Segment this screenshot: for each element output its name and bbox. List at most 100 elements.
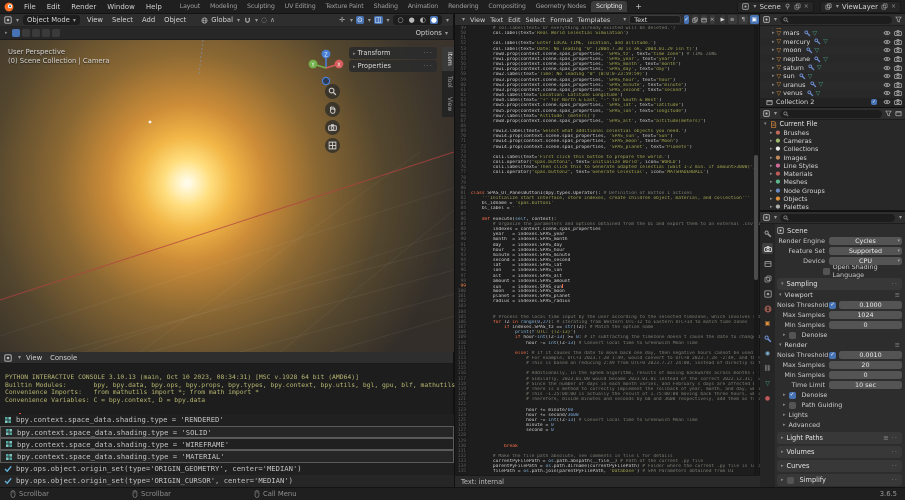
open-text-button[interactable] <box>701 15 707 24</box>
tab-rendering[interactable]: Rendering <box>443 1 483 12</box>
checkbox[interactable]: ✓ <box>829 302 836 309</box>
disclosure-icon[interactable]: ▸ <box>772 47 775 53</box>
disclosure-icon[interactable]: ▸ <box>772 30 775 36</box>
menu-window[interactable]: Window <box>102 2 140 12</box>
field-value-dropdown[interactable]: CPU▾ <box>829 257 902 265</box>
properties-search-input[interactable] <box>780 214 895 222</box>
blend-file-row[interactable]: ▸●Images <box>760 153 905 161</box>
line-numbers-toggle[interactable]: ≡ <box>728 15 737 24</box>
tab-compositing[interactable]: Compositing <box>483 1 530 12</box>
subpanel-render[interactable]: ▾Render≡ <box>777 340 902 350</box>
viewlayer-selector[interactable]: ▾ ViewLayer × <box>820 1 901 13</box>
shading-solid-icon[interactable]: ● <box>408 16 416 24</box>
tool-toggle[interactable] <box>42 29 50 37</box>
prop-value[interactable]: 20 <box>829 361 902 369</box>
tab-geometry-nodes[interactable]: Geometry Nodes <box>531 1 591 12</box>
outliner-object-row[interactable]: ▸▽neptune▽ <box>760 55 905 64</box>
eye-icon[interactable] <box>883 81 891 89</box>
outliner-object-row[interactable]: ▸▽saturn▽ <box>760 63 905 72</box>
preset-menu-icon[interactable]: ≡ <box>895 341 900 349</box>
preset-menu-icon[interactable]: ≡ <box>895 291 900 299</box>
camera-icon[interactable] <box>894 46 902 54</box>
add-workspace-button[interactable]: + <box>635 2 642 11</box>
text-datablock-field[interactable]: Text <box>629 15 681 24</box>
disclosure-icon[interactable]: ▸ <box>770 179 773 185</box>
tab-output[interactable] <box>762 258 773 269</box>
eye-icon[interactable] <box>883 98 891 106</box>
text-saved-toggle[interactable]: ✓ <box>684 15 689 24</box>
outliner-object-row[interactable]: ▸▽mercury▽ <box>760 38 905 47</box>
tab-modeling[interactable]: Modeling <box>205 1 242 12</box>
new-library-icon[interactable] <box>895 110 902 117</box>
collapse-lights[interactable]: ▸Lights <box>777 410 902 420</box>
display-mode-icon[interactable] <box>763 110 770 117</box>
tool-toggle[interactable] <box>22 29 30 37</box>
disclosure-icon[interactable]: ▸ <box>770 204 773 210</box>
overlays-toggle-icon[interactable]: ⊙ <box>356 16 364 24</box>
scene-selector[interactable]: ▾ Scene × <box>737 1 813 13</box>
shading-rendered-icon[interactable]: ● <box>430 16 438 24</box>
tab-render[interactable] <box>762 243 773 254</box>
disclosure-icon[interactable]: ▸ <box>772 73 775 79</box>
outliner-collection-row[interactable]: Collection 2 ✓ <box>760 98 905 107</box>
viewport-canvas[interactable]: User Perspective (0) Scene Collection | … <box>0 40 454 352</box>
panel-volumes[interactable]: ▸Volumes·· <box>777 446 902 458</box>
prop-value[interactable]: 10 sec <box>829 381 902 389</box>
toggle-denoise[interactable]: ▸✓Denoise <box>777 390 902 400</box>
eye-icon[interactable] <box>883 46 891 54</box>
current-file-row[interactable]: ▾ Current File <box>760 120 905 129</box>
tab-layout[interactable]: Layout <box>175 1 205 12</box>
camera-view-button[interactable] <box>325 120 340 135</box>
disclosure-icon[interactable]: ▸ <box>770 155 773 161</box>
field-value-dropdown[interactable]: Cycles▾ <box>829 237 902 245</box>
toggle-path-guiding[interactable]: ▸Path Guiding <box>777 400 902 410</box>
tab-scene[interactable] <box>762 288 773 299</box>
tool-expand-icon[interactable]: ▸ <box>5 30 8 36</box>
tool-toggle[interactable] <box>52 29 60 37</box>
blend-file-row[interactable]: ▸●Palettes <box>760 203 905 211</box>
outliner-search-input[interactable] <box>780 16 892 24</box>
camera-icon[interactable] <box>894 81 902 89</box>
eye-icon[interactable] <box>883 64 891 72</box>
menu-select[interactable]: Select <box>524 16 548 24</box>
tab-scripting[interactable]: Scripting <box>591 1 627 12</box>
panel-curves[interactable]: ▸Curves·· <box>777 460 902 472</box>
tool-toggle[interactable] <box>32 29 40 37</box>
run-script-button[interactable]: ▶ <box>721 15 725 24</box>
close-icon[interactable]: × <box>891 3 896 10</box>
tab-sculpting[interactable]: Sculpting <box>242 1 280 12</box>
blend-file-row[interactable]: ▸●Meshes <box>760 178 905 186</box>
camera-icon[interactable] <box>894 38 902 46</box>
menu-view[interactable]: View <box>468 16 487 24</box>
new-scene-icon[interactable] <box>794 3 801 10</box>
preset-menu-icon[interactable]: ≡ <box>883 434 889 442</box>
orientation-label[interactable]: Global <box>211 16 233 24</box>
disclosure-icon[interactable]: ▸ <box>772 90 775 96</box>
tab-physics[interactable]: ◉ <box>762 348 773 359</box>
info-log-row[interactable]: bpy.context.space_data.shading.type = 'M… <box>0 450 454 462</box>
menu-file[interactable]: File <box>19 2 41 12</box>
transform-panel-header[interactable]: ▸ Transform ··· <box>349 47 437 59</box>
filter-icon[interactable] <box>885 110 892 117</box>
disclosure-icon[interactable]: ▸ <box>772 82 775 88</box>
select-tool-toggle[interactable] <box>12 29 20 37</box>
outliner-object-row[interactable]: ▸▽moon▽ <box>760 46 905 55</box>
outliner-object-row[interactable]: ▸▽sun▽ <box>760 72 905 81</box>
tab-modifiers[interactable] <box>762 333 773 344</box>
camera-icon[interactable] <box>894 98 902 106</box>
panel-simplify[interactable]: ▸Simplify·· <box>777 474 902 486</box>
tab-texture-paint[interactable]: Texture Paint <box>321 1 369 12</box>
tab-animation[interactable]: Animation <box>403 1 443 12</box>
toggle-perspective-button[interactable] <box>325 138 340 153</box>
prop-value[interactable]: 0 <box>829 371 902 379</box>
collection-checkbox[interactable]: ✓ <box>871 99 877 105</box>
menu-object[interactable]: Object <box>161 16 189 24</box>
subpanel-viewport[interactable]: ▾Viewport≡ <box>777 290 902 300</box>
menu-format[interactable]: Format <box>548 16 575 24</box>
camera-icon[interactable] <box>894 29 902 37</box>
disclosure-icon[interactable]: ▸ <box>770 130 773 136</box>
pan-button[interactable] <box>325 102 340 117</box>
tab-shading[interactable]: Shading <box>369 1 403 12</box>
blend-file-row[interactable]: ▸●Brushes <box>760 129 905 137</box>
blend-file-row[interactable]: ▸●Node Groups <box>760 187 905 195</box>
